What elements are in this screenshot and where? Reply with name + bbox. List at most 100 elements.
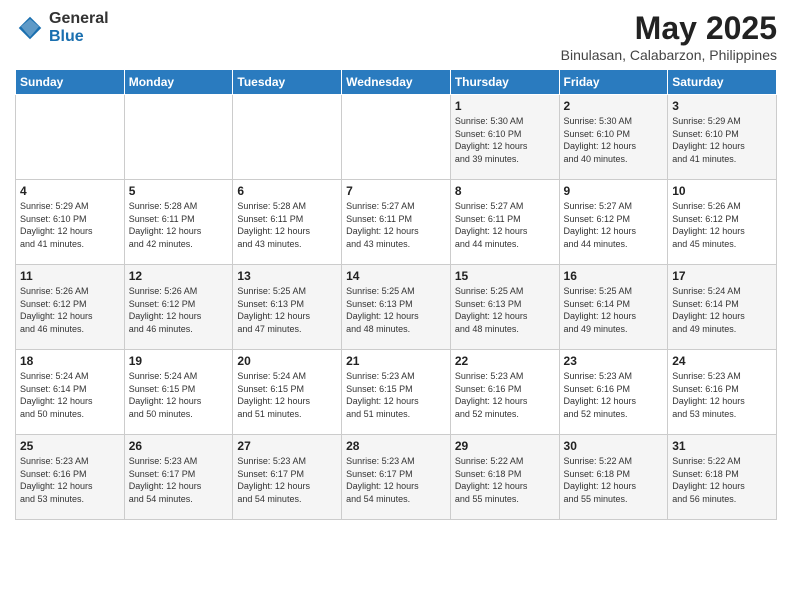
day-number: 28 [346, 439, 446, 453]
day-number: 2 [564, 99, 664, 113]
calendar-cell: 28 Sunrise: 5:23 AM Sunset: 6:17 PM Dayli… [342, 435, 451, 520]
calendar-body: 1 Sunrise: 5:30 AM Sunset: 6:10 PM Daylig… [16, 95, 777, 520]
calendar-cell: 17 Sunrise: 5:24 AM Sunset: 6:14 PM Dayli… [668, 265, 777, 350]
calendar-cell: 2 Sunrise: 5:30 AM Sunset: 6:10 PM Daylig… [559, 95, 668, 180]
calendar-cell: 24 Sunrise: 5:23 AM Sunset: 6:16 PM Dayli… [668, 350, 777, 435]
day-number: 26 [129, 439, 229, 453]
logo-blue-text: Blue [49, 28, 109, 46]
logo-general-text: General [49, 10, 109, 28]
day-number: 7 [346, 184, 446, 198]
cell-sun-info: Sunrise: 5:25 AM Sunset: 6:13 PM Dayligh… [455, 285, 555, 335]
cell-sun-info: Sunrise: 5:23 AM Sunset: 6:17 PM Dayligh… [237, 455, 337, 505]
cell-sun-info: Sunrise: 5:23 AM Sunset: 6:16 PM Dayligh… [20, 455, 120, 505]
calendar-cell: 27 Sunrise: 5:23 AM Sunset: 6:17 PM Dayli… [233, 435, 342, 520]
calendar-cell: 19 Sunrise: 5:24 AM Sunset: 6:15 PM Dayli… [124, 350, 233, 435]
day-number: 24 [672, 354, 772, 368]
cell-sun-info: Sunrise: 5:25 AM Sunset: 6:13 PM Dayligh… [346, 285, 446, 335]
cell-sun-info: Sunrise: 5:26 AM Sunset: 6:12 PM Dayligh… [129, 285, 229, 335]
day-number: 31 [672, 439, 772, 453]
cell-sun-info: Sunrise: 5:28 AM Sunset: 6:11 PM Dayligh… [129, 200, 229, 250]
calendar-cell: 22Sunrise: 5:23 AM Sunset: 6:16 PM Dayli… [450, 350, 559, 435]
cell-sun-info: Sunrise: 5:28 AM Sunset: 6:11 PM Dayligh… [237, 200, 337, 250]
cell-sun-info: Sunrise: 5:23 AM Sunset: 6:15 PM Dayligh… [346, 370, 446, 420]
calendar-cell: 26 Sunrise: 5:23 AM Sunset: 6:17 PM Dayli… [124, 435, 233, 520]
calendar-cell [233, 95, 342, 180]
calendar-table: SundayMondayTuesdayWednesdayThursdayFrid… [15, 69, 777, 520]
day-number: 19 [129, 354, 229, 368]
calendar-week-row: 25 Sunrise: 5:23 AM Sunset: 6:16 PM Dayli… [16, 435, 777, 520]
calendar-cell: 30 Sunrise: 5:22 AM Sunset: 6:18 PM Dayli… [559, 435, 668, 520]
day-number: 29 [455, 439, 555, 453]
cell-sun-info: Sunrise: 5:23 AM Sunset: 6:16 PM Dayligh… [672, 370, 772, 420]
calendar-cell: 11 Sunrise: 5:26 AM Sunset: 6:12 PM Dayli… [16, 265, 125, 350]
cell-sun-info: Sunrise: 5:25 AM Sunset: 6:14 PM Dayligh… [564, 285, 664, 335]
calendar-cell: 21 Sunrise: 5:23 AM Sunset: 6:15 PM Dayli… [342, 350, 451, 435]
cell-sun-info: Sunrise: 5:26 AM Sunset: 6:12 PM Dayligh… [672, 200, 772, 250]
day-number: 3 [672, 99, 772, 113]
day-number: 16 [564, 269, 664, 283]
day-number: 6 [237, 184, 337, 198]
cell-sun-info: Sunrise: 5:23 AM Sunset: 6:17 PM Dayligh… [346, 455, 446, 505]
calendar-cell: 8 Sunrise: 5:27 AM Sunset: 6:11 PM Daylig… [450, 180, 559, 265]
page-header: General Blue May 2025 Binulasan, Calabar… [15, 10, 777, 63]
cell-sun-info: Sunrise: 5:22 AM Sunset: 6:18 PM Dayligh… [672, 455, 772, 505]
cell-sun-info: Sunrise: 5:23 AM Sunset: 6:16 PM Dayligh… [564, 370, 664, 420]
cell-sun-info: Sunrise: 5:26 AM Sunset: 6:12 PM Dayligh… [20, 285, 120, 335]
cell-sun-info: Sunrise: 5:30 AM Sunset: 6:10 PM Dayligh… [564, 115, 664, 165]
day-number: 8 [455, 184, 555, 198]
day-number: 20 [237, 354, 337, 368]
calendar-cell: 4Sunrise: 5:29 AM Sunset: 6:10 PM Daylig… [16, 180, 125, 265]
day-number: 11 [20, 269, 120, 283]
day-number: 17 [672, 269, 772, 283]
calendar-cell: 15Sunrise: 5:25 AM Sunset: 6:13 PM Dayli… [450, 265, 559, 350]
weekday-header-thursday: Thursday [450, 70, 559, 95]
calendar-cell: 10 Sunrise: 5:26 AM Sunset: 6:12 PM Dayli… [668, 180, 777, 265]
day-number: 1 [455, 99, 555, 113]
calendar-week-row: 11 Sunrise: 5:26 AM Sunset: 6:12 PM Dayli… [16, 265, 777, 350]
day-number: 13 [237, 269, 337, 283]
calendar-cell: 5 Sunrise: 5:28 AM Sunset: 6:11 PM Daylig… [124, 180, 233, 265]
calendar-cell: 25 Sunrise: 5:23 AM Sunset: 6:16 PM Dayli… [16, 435, 125, 520]
logo-icon [15, 13, 45, 43]
day-number: 12 [129, 269, 229, 283]
calendar-cell: 7 Sunrise: 5:27 AM Sunset: 6:11 PM Daylig… [342, 180, 451, 265]
calendar-cell [16, 95, 125, 180]
cell-sun-info: Sunrise: 5:27 AM Sunset: 6:11 PM Dayligh… [346, 200, 446, 250]
cell-sun-info: Sunrise: 5:23 AM Sunset: 6:17 PM Dayligh… [129, 455, 229, 505]
cell-sun-info: Sunrise: 5:22 AM Sunset: 6:18 PM Dayligh… [455, 455, 555, 505]
day-number: 18 [20, 354, 120, 368]
day-number: 14 [346, 269, 446, 283]
cell-sun-info: Sunrise: 5:24 AM Sunset: 6:15 PM Dayligh… [129, 370, 229, 420]
month-year-title: May 2025 [561, 10, 777, 47]
calendar-cell: 31 Sunrise: 5:22 AM Sunset: 6:18 PM Dayli… [668, 435, 777, 520]
logo: General Blue [15, 10, 109, 45]
day-number: 5 [129, 184, 229, 198]
day-number: 25 [20, 439, 120, 453]
cell-sun-info: Sunrise: 5:25 AM Sunset: 6:13 PM Dayligh… [237, 285, 337, 335]
weekday-header-tuesday: Tuesday [233, 70, 342, 95]
cell-sun-info: Sunrise: 5:22 AM Sunset: 6:18 PM Dayligh… [564, 455, 664, 505]
calendar-week-row: 1 Sunrise: 5:30 AM Sunset: 6:10 PM Daylig… [16, 95, 777, 180]
calendar-cell: 23 Sunrise: 5:23 AM Sunset: 6:16 PM Dayli… [559, 350, 668, 435]
weekday-header-friday: Friday [559, 70, 668, 95]
day-number: 21 [346, 354, 446, 368]
calendar-week-row: 18Sunrise: 5:24 AM Sunset: 6:14 PM Dayli… [16, 350, 777, 435]
cell-sun-info: Sunrise: 5:30 AM Sunset: 6:10 PM Dayligh… [455, 115, 555, 165]
weekday-header-row: SundayMondayTuesdayWednesdayThursdayFrid… [16, 70, 777, 95]
day-number: 27 [237, 439, 337, 453]
calendar-cell [124, 95, 233, 180]
calendar-cell: 1 Sunrise: 5:30 AM Sunset: 6:10 PM Daylig… [450, 95, 559, 180]
calendar-cell: 20Sunrise: 5:24 AM Sunset: 6:15 PM Dayli… [233, 350, 342, 435]
calendar-header: SundayMondayTuesdayWednesdayThursdayFrid… [16, 70, 777, 95]
day-number: 23 [564, 354, 664, 368]
day-number: 10 [672, 184, 772, 198]
day-number: 9 [564, 184, 664, 198]
day-number: 30 [564, 439, 664, 453]
cell-sun-info: Sunrise: 5:27 AM Sunset: 6:11 PM Dayligh… [455, 200, 555, 250]
weekday-header-saturday: Saturday [668, 70, 777, 95]
title-section: May 2025 Binulasan, Calabarzon, Philippi… [561, 10, 777, 63]
calendar-cell: 13 Sunrise: 5:25 AM Sunset: 6:13 PM Dayli… [233, 265, 342, 350]
calendar-cell: 18Sunrise: 5:24 AM Sunset: 6:14 PM Dayli… [16, 350, 125, 435]
weekday-header-sunday: Sunday [16, 70, 125, 95]
cell-sun-info: Sunrise: 5:24 AM Sunset: 6:14 PM Dayligh… [672, 285, 772, 335]
